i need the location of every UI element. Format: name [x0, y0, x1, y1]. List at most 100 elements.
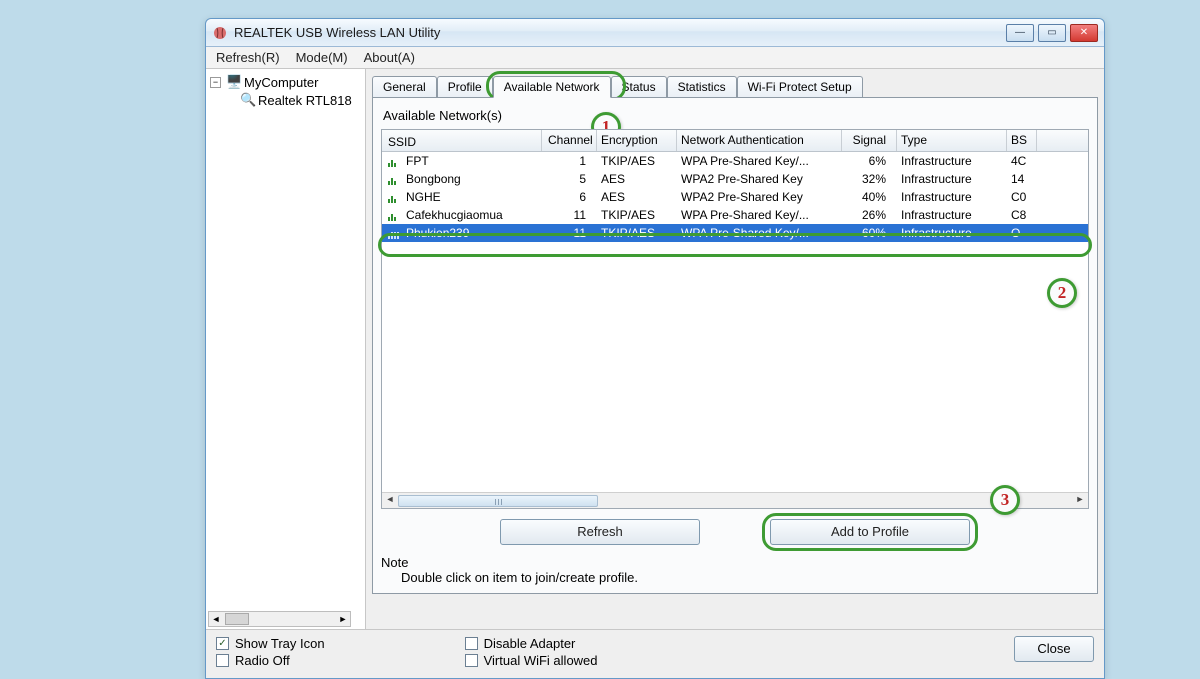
scroll-right-icon[interactable]: ►	[1072, 494, 1088, 508]
cell-type: Infrastructure	[897, 154, 1007, 168]
col-bssid[interactable]: BS	[1007, 130, 1037, 151]
checkbox-icon: ✓	[216, 637, 229, 650]
cell-signal: 26%	[842, 208, 897, 222]
col-auth[interactable]: Network Authentication	[677, 130, 842, 151]
check-label: Radio Off	[235, 653, 290, 668]
checkbox-icon	[465, 654, 478, 667]
cell-enc: TKIP/AES	[597, 154, 677, 168]
cell-bss: O	[1007, 226, 1037, 240]
signal-icon	[388, 191, 402, 203]
tab-statistics[interactable]: Statistics	[667, 76, 737, 98]
cell-bss: C8	[1007, 208, 1037, 222]
table-row[interactable]: Bongbong 5 AES WPA2 Pre-Shared Key 32% I…	[382, 170, 1088, 188]
check-virtual-wifi[interactable]: Virtual WiFi allowed	[465, 653, 598, 668]
device-tree[interactable]: − 🖥️ MyComputer 🔍 Realtek RTL818 ◄ ►	[206, 69, 366, 629]
tree-adapter-label[interactable]: Realtek RTL818	[258, 93, 352, 108]
cell-type: Infrastructure	[897, 172, 1007, 186]
check-disable-adapter[interactable]: Disable Adapter	[465, 636, 598, 651]
tree-scrollbar[interactable]: ◄ ►	[208, 611, 351, 627]
menu-about[interactable]: About(A)	[358, 48, 421, 67]
tab-pane: Available Network(s) 1 SSID Channel Encr…	[372, 97, 1098, 594]
tab-available-network[interactable]: Available Network	[493, 76, 611, 98]
scroll-left-icon[interactable]: ◄	[382, 494, 398, 508]
minimize-button[interactable]: —	[1006, 24, 1034, 42]
table-row[interactable]: Cafekhucgiaomua 11 TKIP/AES WPA Pre-Shar…	[382, 206, 1088, 224]
tab-general[interactable]: General	[372, 76, 437, 98]
cell-auth: WPA2 Pre-Shared Key	[677, 172, 842, 186]
cell-signal: 60%	[842, 226, 897, 240]
app-window: REALTEK USB Wireless LAN Utility — ▭ ✕ R…	[205, 18, 1105, 679]
cell-enc: AES	[597, 190, 677, 204]
client-area: − 🖥️ MyComputer 🔍 Realtek RTL818 ◄ ► Gen…	[206, 69, 1104, 678]
maximize-button[interactable]: ▭	[1038, 24, 1066, 42]
close-window-button[interactable]: ✕	[1070, 24, 1098, 42]
check-radio-off[interactable]: Radio Off	[216, 653, 325, 668]
add-to-profile-button[interactable]: Add to Profile	[770, 519, 970, 545]
cell-ssid: NGHE	[406, 190, 441, 204]
cell-channel: 11	[542, 208, 597, 222]
tree-collapse-icon[interactable]: −	[210, 77, 221, 88]
cell-bss: C0	[1007, 190, 1037, 204]
table-row[interactable]: NGHE 6 AES WPA2 Pre-Shared Key 40% Infra…	[382, 188, 1088, 206]
tab-wps[interactable]: Wi-Fi Protect Setup	[737, 76, 863, 98]
col-signal[interactable]: Signal	[842, 130, 897, 151]
note-text: Double click on item to join/create prof…	[381, 570, 1089, 585]
network-grid[interactable]: SSID Channel Encryption Network Authenti…	[381, 129, 1089, 509]
cell-signal: 40%	[842, 190, 897, 204]
bottom-bar: ✓ Show Tray Icon Radio Off Disable Adapt…	[206, 629, 1104, 678]
check-show-tray[interactable]: ✓ Show Tray Icon	[216, 636, 325, 651]
computer-icon: 🖥️	[226, 74, 242, 90]
titlebar[interactable]: REALTEK USB Wireless LAN Utility — ▭ ✕	[206, 19, 1104, 47]
signal-icon	[388, 209, 402, 221]
grid-scrollbar[interactable]: ◄ ►	[382, 492, 1088, 508]
cell-channel: 6	[542, 190, 597, 204]
signal-icon	[388, 155, 402, 167]
menu-mode[interactable]: Mode(M)	[290, 48, 354, 67]
refresh-button[interactable]: Refresh	[500, 519, 700, 545]
cell-ssid: Phukien239	[406, 226, 469, 240]
col-type[interactable]: Type	[897, 130, 1007, 151]
cell-auth: WPA Pre-Shared Key/...	[677, 208, 842, 222]
menu-refresh[interactable]: Refresh(R)	[210, 48, 286, 67]
cell-type: Infrastructure	[897, 208, 1007, 222]
col-ssid[interactable]: SSID	[382, 130, 542, 151]
cell-enc: TKIP/AES	[597, 226, 677, 240]
cell-channel: 5	[542, 172, 597, 186]
tab-status[interactable]: Status	[611, 76, 667, 98]
adapter-icon: 🔍	[240, 92, 256, 108]
checkbox-icon	[465, 637, 478, 650]
checkbox-icon	[216, 654, 229, 667]
cell-channel: 1	[542, 154, 597, 168]
signal-icon	[388, 173, 402, 185]
cell-signal: 32%	[842, 172, 897, 186]
col-encryption[interactable]: Encryption	[597, 130, 677, 151]
cell-type: Infrastructure	[897, 190, 1007, 204]
pane-title: Available Network(s)	[383, 108, 1089, 123]
cell-signal: 6%	[842, 154, 897, 168]
cell-enc: AES	[597, 172, 677, 186]
cell-ssid: FPT	[406, 154, 429, 168]
cell-auth: WPA2 Pre-Shared Key	[677, 190, 842, 204]
scroll-right-icon[interactable]: ►	[336, 614, 350, 624]
tab-strip: General Profile Available Network Status…	[372, 75, 1098, 97]
cell-type: Infrastructure	[897, 226, 1007, 240]
scroll-thumb[interactable]	[225, 613, 249, 625]
check-label: Virtual WiFi allowed	[484, 653, 598, 668]
scroll-thumb[interactable]	[398, 495, 598, 507]
table-row[interactable]: FPT 1 TKIP/AES WPA Pre-Shared Key/... 6%…	[382, 152, 1088, 170]
cell-ssid: Bongbong	[406, 172, 461, 186]
close-button[interactable]: Close	[1014, 636, 1094, 662]
note-label: Note	[381, 555, 1089, 570]
tab-profile[interactable]: Profile	[437, 76, 493, 98]
scroll-left-icon[interactable]: ◄	[209, 614, 223, 624]
cell-channel: 11	[542, 226, 597, 240]
annotation-badge-2: 2	[1047, 278, 1077, 308]
cell-enc: TKIP/AES	[597, 208, 677, 222]
cell-ssid: Cafekhucgiaomua	[406, 208, 503, 222]
table-row-selected[interactable]: Phukien239 11 TKIP/AES WPA Pre-Shared Ke…	[382, 224, 1088, 242]
annotation-badge-3: 3	[990, 485, 1020, 515]
check-label: Disable Adapter	[484, 636, 576, 651]
col-channel[interactable]: Channel	[542, 130, 597, 151]
menubar: Refresh(R) Mode(M) About(A)	[206, 47, 1104, 69]
tree-root-label[interactable]: MyComputer	[244, 75, 318, 90]
